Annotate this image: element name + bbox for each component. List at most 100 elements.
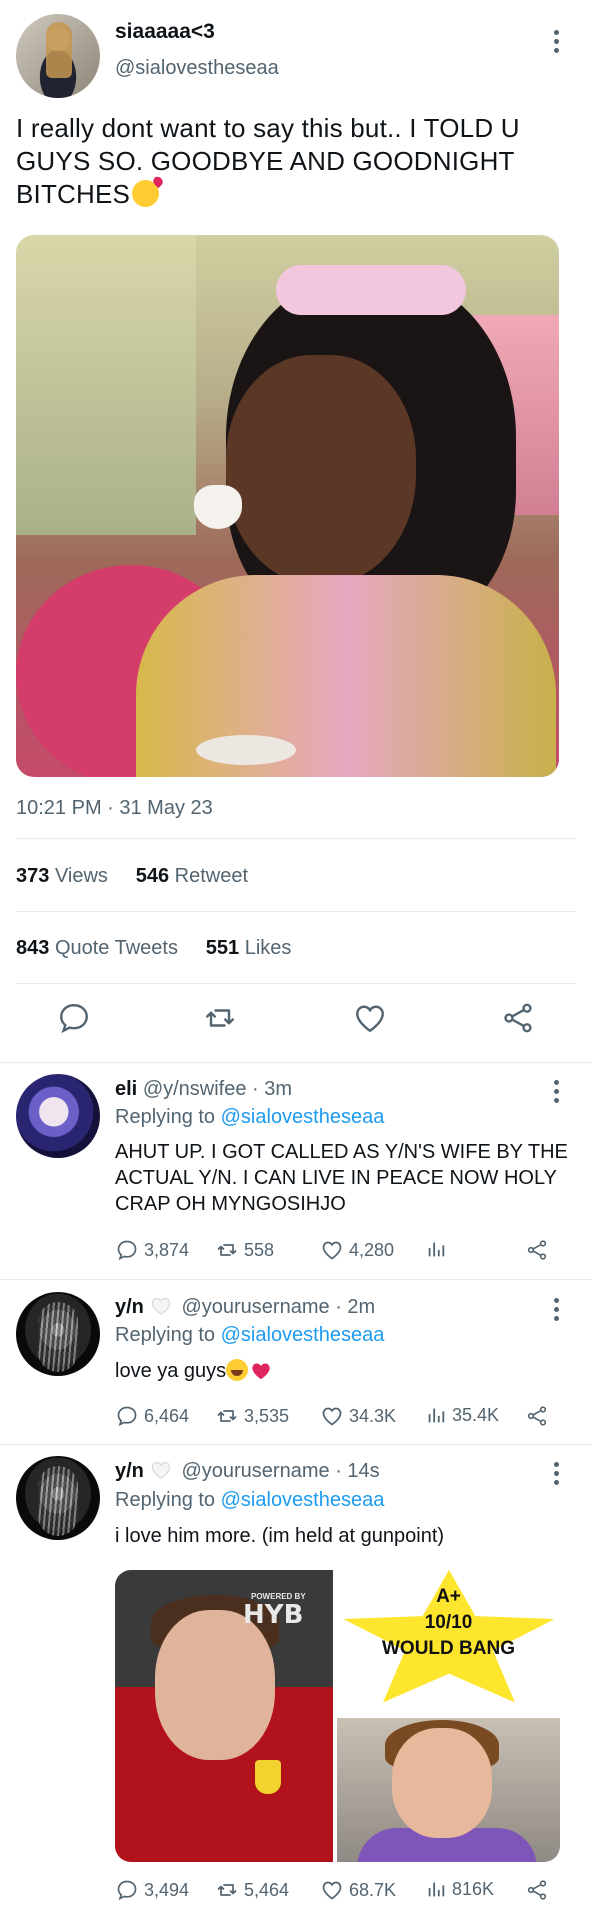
reply-count: 6,464 (144, 1405, 190, 1426)
share-button[interactable] (525, 1878, 549, 1902)
avatar[interactable] (16, 14, 100, 98)
reply-display-name[interactable]: y/n (115, 1296, 144, 1318)
like-button[interactable]: 4,280 (320, 1238, 394, 1262)
avatar[interactable] (16, 1074, 100, 1158)
views-button[interactable]: 816K (425, 1878, 494, 1900)
divider (0, 1062, 592, 1063)
avatar[interactable] (16, 1292, 100, 1376)
replying-prefix: Replying to (115, 1489, 216, 1511)
like-button[interactable]: 34.3K (320, 1404, 396, 1428)
reply-count: 3,874 (144, 1239, 190, 1260)
replying-prefix: Replying to (115, 1106, 216, 1128)
reply-media-grid: POWERED BY HYB A+ 10/10 WOULD BANG (115, 1570, 560, 1862)
likes-label[interactable]: Likes (245, 937, 292, 959)
reply-handle[interactable]: @yourusername (181, 1460, 329, 1482)
replying-to: Replying to @sialovestheseaa (115, 1489, 384, 1512)
author-display-name[interactable]: siaaaaa<3 (115, 20, 215, 44)
share-button[interactable] (525, 1238, 549, 1262)
replying-to-handle-link[interactable]: @sialovestheseaa (221, 1324, 385, 1346)
hyb-logo-text: HYB (243, 1600, 304, 1630)
reply-display-name[interactable]: eli (115, 1078, 137, 1100)
reply-header: y/n @yourusername · 14s (115, 1460, 380, 1483)
share-icon (527, 1406, 547, 1426)
reply-icon (117, 1240, 137, 1261)
avatar[interactable] (16, 1456, 100, 1540)
more-options-icon[interactable] (552, 1462, 560, 1485)
replying-to: Replying to @sialovestheseaa (115, 1106, 384, 1129)
laughing-emoji-icon (226, 1359, 249, 1381)
star-score: 10/10 (424, 1612, 473, 1633)
divider (0, 1444, 592, 1445)
replying-to-handle-link[interactable]: @sialovestheseaa (221, 1489, 385, 1511)
reply-handle[interactable]: @y/nswifee (143, 1078, 247, 1100)
more-options-icon[interactable] (552, 1298, 560, 1321)
tweet-text: I really dont want to say this but.. I T… (16, 112, 576, 211)
replying-to: Replying to @sialovestheseaa (115, 1324, 384, 1347)
retweets-label[interactable]: Retweet (175, 865, 248, 887)
reply-action-bar: 6,464 3,535 34.3K 35.4K (115, 1404, 575, 1432)
like-count: 4,280 (349, 1239, 395, 1260)
tweet-action-bar (0, 1000, 592, 1046)
share-icon (527, 1240, 547, 1260)
retweet-button[interactable]: 5,464 (215, 1878, 289, 1902)
more-options-icon[interactable] (552, 30, 560, 53)
author-handle[interactable]: @sialovestheseaa (115, 57, 279, 80)
share-icon[interactable] (500, 1000, 536, 1036)
stats-row-views-retweets: 373 Views 546 Retweet (16, 865, 248, 888)
reply-handle[interactable]: @yourusername (181, 1296, 329, 1318)
views-icon (428, 1882, 445, 1897)
reply-text: love ya guys (115, 1358, 575, 1384)
replying-prefix: Replying to (115, 1324, 216, 1346)
views-icon (428, 1408, 445, 1423)
like-count: 68.7K (349, 1879, 397, 1900)
reply-action-bar: 3,874 558 4,280 (115, 1238, 575, 1266)
reply-button[interactable]: 6,464 (115, 1404, 189, 1428)
reply-time: · 3m (252, 1078, 293, 1100)
views-button[interactable] (425, 1238, 452, 1260)
ferrari-badge-icon (255, 1760, 281, 1794)
white-heart-emoji-icon (151, 1461, 171, 1479)
tweet-thread-page: siaaaaa<3 @sialovestheseaa I really dont… (0, 0, 592, 1920)
views-count: 816K (452, 1878, 495, 1899)
replying-to-handle-link[interactable]: @sialovestheseaa (221, 1106, 385, 1128)
reply-icon[interactable] (56, 1000, 92, 1036)
reply-button[interactable]: 3,874 (115, 1238, 189, 1262)
reply-action-bar: 3,494 5,464 68.7K 816K (115, 1878, 575, 1906)
reply-text: i love him more. (im held at gunpoint) (115, 1525, 445, 1547)
reply-icon (117, 1406, 137, 1427)
retweet-count: 5,464 (244, 1879, 290, 1900)
reply-button[interactable]: 3,494 (115, 1878, 189, 1902)
kiss-emoji-icon (132, 180, 160, 207)
quotes-label[interactable]: Quote Tweets (55, 937, 178, 959)
tweet-text-content: I really dont want to say this but.. I T… (16, 113, 520, 209)
tweet-timestamp[interactable]: 10:21 PM · 31 May 23 (16, 797, 213, 820)
stats-row-quotes-likes: 843 Quote Tweets 551 Likes (16, 937, 291, 960)
views-button[interactable]: 35.4K (425, 1404, 499, 1426)
share-button[interactable] (525, 1404, 549, 1428)
like-button[interactable]: 68.7K (320, 1878, 396, 1902)
reply-media-photo-left[interactable]: POWERED BY HYB (115, 1570, 333, 1862)
tweet-image[interactable] (16, 235, 559, 777)
reply-icon (117, 1880, 137, 1901)
retweet-icon[interactable] (202, 1000, 238, 1036)
retweet-button[interactable]: 558 (215, 1238, 274, 1262)
reply-media-photo-right[interactable] (337, 1718, 560, 1862)
divider (16, 911, 576, 912)
reply-text-content: love ya guys (115, 1360, 227, 1382)
star-grade: A+ (436, 1586, 461, 1607)
like-icon[interactable] (352, 1000, 388, 1036)
reply-count: 3,494 (144, 1879, 190, 1900)
views-label[interactable]: Views (55, 865, 108, 887)
like-icon (322, 1881, 342, 1900)
reply-text: AHUT UP. I GOT CALLED AS Y/N'S WIFE BY T… (115, 1141, 568, 1215)
more-options-icon[interactable] (552, 1080, 560, 1103)
views-count: 35.4K (452, 1404, 500, 1425)
views-icon (428, 1242, 445, 1257)
retweet-count: 3,535 (244, 1405, 290, 1426)
reply-display-name[interactable]: y/n (115, 1460, 144, 1482)
like-icon (322, 1407, 342, 1426)
divider (0, 1279, 592, 1280)
reply-time: · 2m (335, 1296, 376, 1318)
retweet-count: 558 (244, 1239, 275, 1260)
retweet-button[interactable]: 3,535 (215, 1404, 289, 1428)
